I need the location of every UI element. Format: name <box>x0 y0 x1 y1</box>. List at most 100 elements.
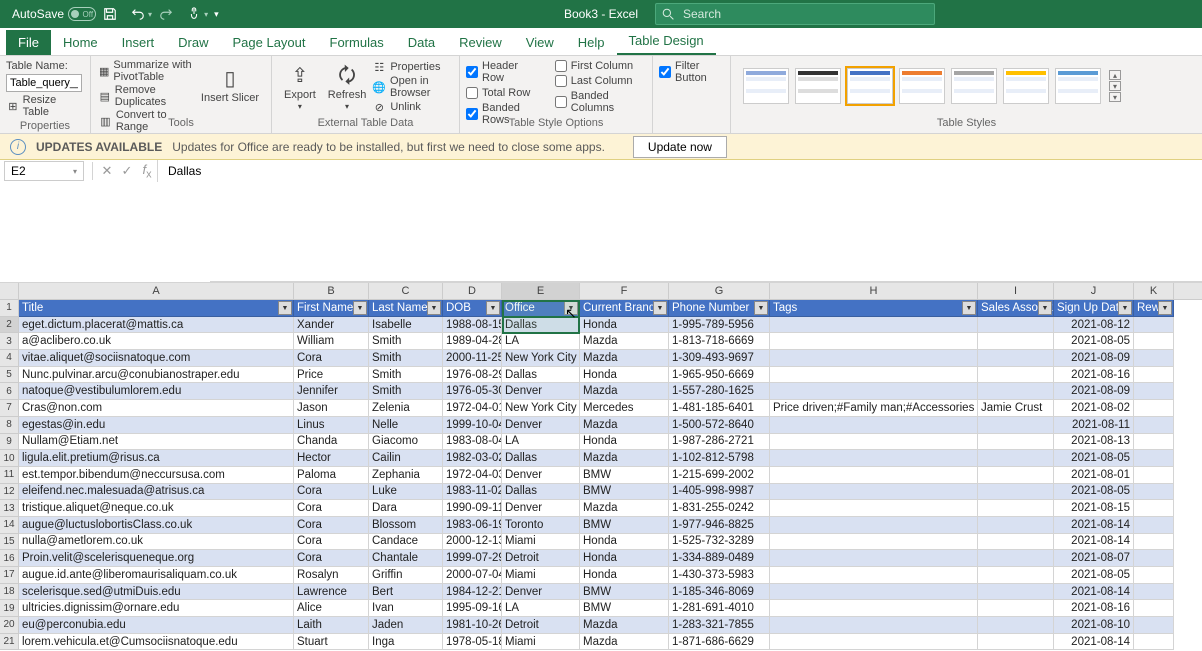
table-cell[interactable] <box>1134 367 1174 384</box>
table-cell[interactable]: New York City <box>502 350 580 367</box>
row-header[interactable]: 18 <box>0 584 19 601</box>
table-cell[interactable]: Jaden <box>369 617 443 634</box>
table-cell[interactable]: LA <box>502 600 580 617</box>
row-header[interactable]: 1 <box>0 300 19 317</box>
table-cell[interactable]: 1978-05-18 <box>443 634 502 651</box>
table-cell[interactable]: 1976-05-30 <box>443 383 502 400</box>
table-cell[interactable]: 2021-08-11 <box>1054 417 1134 434</box>
table-cell[interactable] <box>1134 317 1174 334</box>
table-cell[interactable] <box>1134 333 1174 350</box>
table-cell[interactable]: 1-215-699-2002 <box>669 467 770 484</box>
table-cell[interactable] <box>770 534 978 551</box>
table-cell[interactable]: Price driven;#Family man;#Accessories <box>770 400 978 417</box>
row-header[interactable]: 17 <box>0 567 19 584</box>
header-row-checkbox[interactable]: Header Row <box>466 60 543 84</box>
tab-draw[interactable]: Draw <box>166 30 220 55</box>
table-header-cell[interactable]: DOB▼ <box>443 300 502 317</box>
touch-mode-icon[interactable] <box>182 7 206 21</box>
table-cell[interactable]: eu@perconubia.edu <box>19 617 294 634</box>
banded-columns-checkbox[interactable]: Banded Columns <box>555 90 646 114</box>
table-cell[interactable] <box>1134 634 1174 651</box>
table-cell[interactable] <box>978 417 1054 434</box>
table-cell[interactable]: a@aclibero.co.uk <box>19 333 294 350</box>
col-header[interactable]: I <box>978 283 1054 299</box>
table-cell[interactable]: Paloma <box>294 467 369 484</box>
table-cell[interactable]: Cras@non.com <box>19 400 294 417</box>
table-header-cell[interactable]: Rewar▼ <box>1134 300 1174 317</box>
row-header[interactable]: 6 <box>0 383 19 400</box>
table-cell[interactable]: Proin.velit@scelerisqueneque.org <box>19 550 294 567</box>
table-cell[interactable] <box>770 450 978 467</box>
summarize-pivot-button[interactable]: ▦Summarize with PivotTable <box>97 59 195 83</box>
filter-dropdown-icon[interactable]: ▼ <box>486 301 500 315</box>
table-cell[interactable]: 1-871-686-6629 <box>669 634 770 651</box>
filter-dropdown-icon[interactable]: ▼ <box>1038 301 1052 315</box>
table-cell[interactable] <box>1134 600 1174 617</box>
tab-view[interactable]: View <box>514 30 566 55</box>
table-cell[interactable]: 1-102-812-5798 <box>669 450 770 467</box>
table-cell[interactable]: Linus <box>294 417 369 434</box>
table-cell[interactable] <box>978 550 1054 567</box>
table-cell[interactable]: BMW <box>580 584 669 601</box>
row-header[interactable]: 3 <box>0 333 19 350</box>
table-cell[interactable] <box>770 383 978 400</box>
table-cell[interactable]: William <box>294 333 369 350</box>
table-cell[interactable]: 1983-06-19 <box>443 517 502 534</box>
table-cell[interactable]: Cora <box>294 517 369 534</box>
table-cell[interactable]: BMW <box>580 517 669 534</box>
table-cell[interactable]: 1-557-280-1625 <box>669 383 770 400</box>
table-cell[interactable]: Alice <box>294 600 369 617</box>
table-cell[interactable] <box>770 634 978 651</box>
tab-page-layout[interactable]: Page Layout <box>221 30 318 55</box>
table-cell[interactable]: Cora <box>294 550 369 567</box>
table-cell[interactable]: 2000-11-25 <box>443 350 502 367</box>
table-cell[interactable]: 2021-08-15 <box>1054 500 1134 517</box>
table-cell[interactable]: Smith <box>369 383 443 400</box>
filter-dropdown-icon[interactable]: ▼ <box>754 301 768 315</box>
col-header[interactable]: C <box>369 283 443 299</box>
undo-icon[interactable] <box>126 7 150 21</box>
tab-review[interactable]: Review <box>447 30 514 55</box>
table-cell[interactable]: Smith <box>369 367 443 384</box>
table-cell[interactable]: 2021-08-14 <box>1054 534 1134 551</box>
col-header[interactable]: B <box>294 283 369 299</box>
table-cell[interactable]: 1-281-691-4010 <box>669 600 770 617</box>
open-browser-button[interactable]: 🌐Open in Browser <box>372 75 453 99</box>
table-header-cell[interactable]: Phone Number▼ <box>669 300 770 317</box>
table-cell[interactable]: 1984-12-21 <box>443 584 502 601</box>
table-cell[interactable]: Denver <box>502 500 580 517</box>
row-header[interactable]: 14 <box>0 517 19 534</box>
table-cell[interactable]: 1983-11-02 <box>443 484 502 501</box>
table-cell[interactable]: Denver <box>502 417 580 434</box>
table-cell[interactable] <box>1134 584 1174 601</box>
name-box[interactable]: E2▾ <box>4 161 84 181</box>
table-cell[interactable]: Bert <box>369 584 443 601</box>
row-header[interactable]: 16 <box>0 550 19 567</box>
filter-button-checkbox[interactable]: Filter Button <box>659 60 724 84</box>
table-cell[interactable]: Griffin <box>369 567 443 584</box>
table-cell[interactable]: 2021-08-05 <box>1054 450 1134 467</box>
table-cell[interactable] <box>770 367 978 384</box>
table-cell[interactable]: Honda <box>580 534 669 551</box>
table-cell[interactable]: Isabelle <box>369 317 443 334</box>
table-cell[interactable] <box>770 600 978 617</box>
tab-data[interactable]: Data <box>396 30 447 55</box>
table-cell[interactable]: 1-185-346-8069 <box>669 584 770 601</box>
table-cell[interactable] <box>770 617 978 634</box>
table-cell[interactable] <box>770 517 978 534</box>
table-cell[interactable] <box>978 517 1054 534</box>
fx-icon[interactable]: fx <box>137 162 157 181</box>
table-name-input[interactable] <box>6 74 82 92</box>
update-now-button[interactable]: Update now <box>633 136 727 158</box>
table-cell[interactable]: Honda <box>580 317 669 334</box>
table-cell[interactable]: Dara <box>369 500 443 517</box>
table-cell[interactable] <box>978 333 1054 350</box>
table-cell[interactable]: Honda <box>580 434 669 451</box>
table-cell[interactable] <box>770 484 978 501</box>
table-cell[interactable] <box>978 484 1054 501</box>
table-cell[interactable]: 1-987-286-2721 <box>669 434 770 451</box>
table-cell[interactable]: 1981-10-26 <box>443 617 502 634</box>
table-cell[interactable]: Miami <box>502 567 580 584</box>
table-cell[interactable] <box>978 567 1054 584</box>
table-cell[interactable]: eget.dictum.placerat@mattis.ca <box>19 317 294 334</box>
